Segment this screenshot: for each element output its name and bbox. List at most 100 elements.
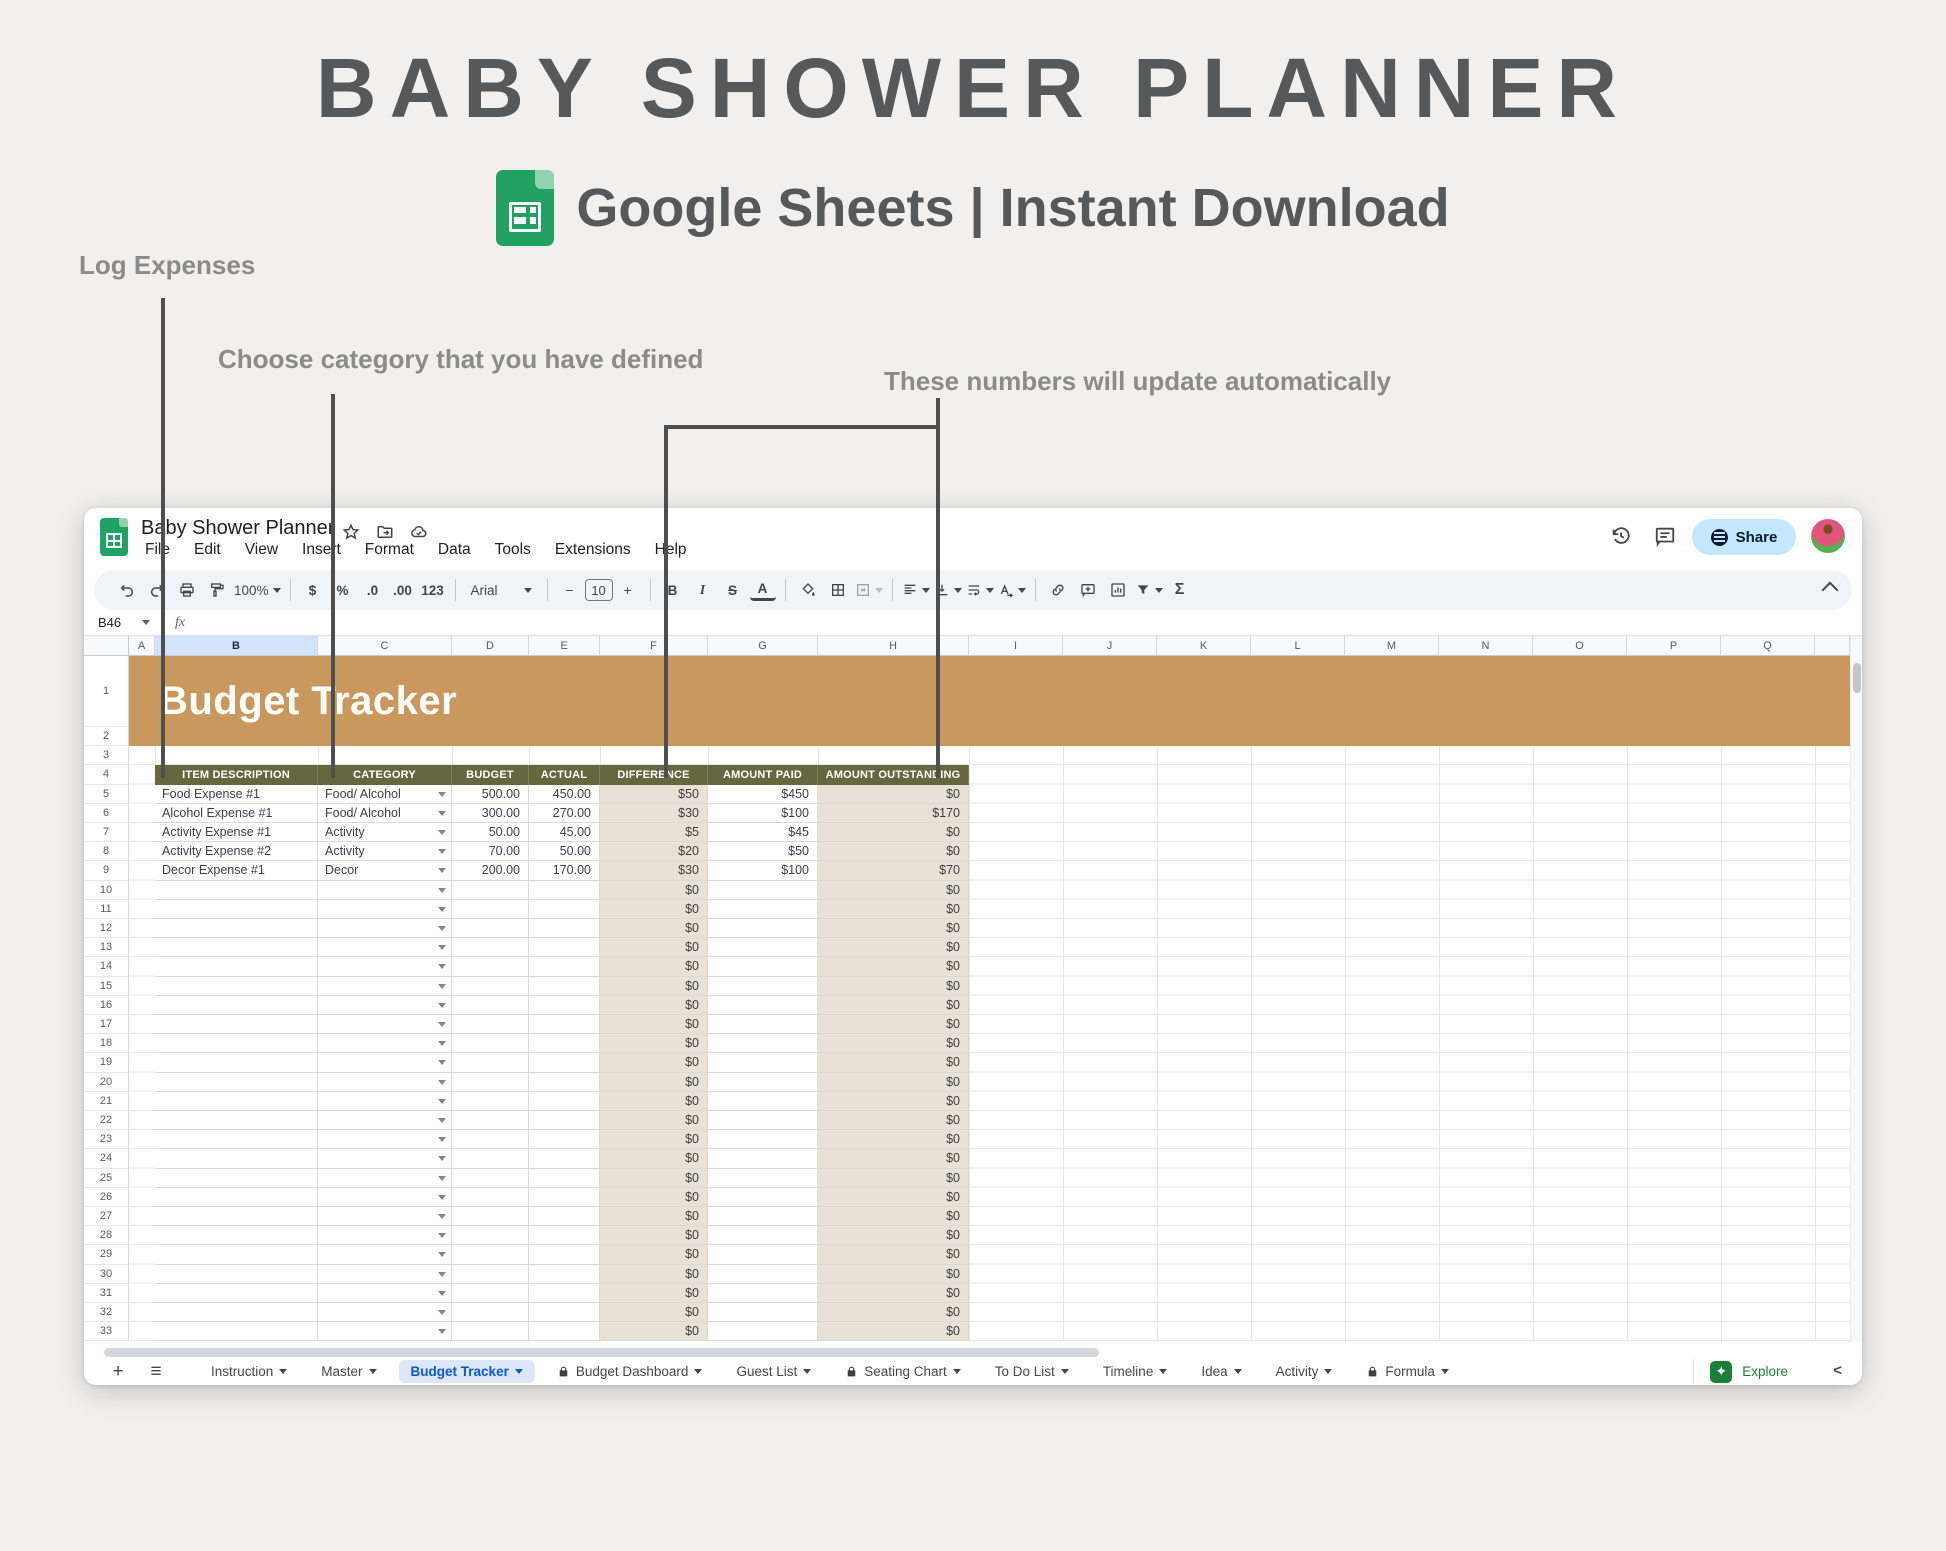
category-dropdown-icon[interactable]: [438, 1041, 446, 1046]
cell-D14[interactable]: [452, 957, 529, 976]
cell-E21[interactable]: [529, 1092, 600, 1111]
decrease-font-size-button[interactable]: −: [557, 576, 583, 604]
explore-button[interactable]: ✦ Explore: [1693, 1358, 1804, 1385]
cell-F20[interactable]: $0: [600, 1073, 708, 1092]
version-history-icon[interactable]: [1606, 521, 1636, 551]
cell-C9[interactable]: Decor: [318, 861, 452, 880]
menu-data[interactable]: Data: [429, 539, 480, 561]
row-header-28[interactable]: 28: [84, 1226, 129, 1245]
cell-B22[interactable]: [155, 1111, 318, 1130]
cell-F25[interactable]: $0: [600, 1169, 708, 1188]
cell-E12[interactable]: [529, 919, 600, 938]
cell-D29[interactable]: [452, 1245, 529, 1264]
column-header-O[interactable]: O: [1533, 636, 1627, 656]
cell-E15[interactable]: [529, 977, 600, 996]
category-dropdown-icon[interactable]: [438, 1060, 446, 1065]
cell-G19[interactable]: [708, 1053, 818, 1072]
cell-C24[interactable]: [318, 1149, 452, 1168]
cell-B8[interactable]: Activity Expense #2: [155, 842, 318, 861]
cell-F9[interactable]: $30: [600, 861, 708, 880]
cell-F31[interactable]: $0: [600, 1284, 708, 1303]
column-header-extra[interactable]: [1815, 636, 1850, 656]
table-header-H[interactable]: AMOUNT OUTSTANDING: [818, 765, 969, 784]
cell-F24[interactable]: $0: [600, 1149, 708, 1168]
cell-D33[interactable]: [452, 1322, 529, 1341]
cell-D15[interactable]: [452, 977, 529, 996]
cell-G5[interactable]: $450: [708, 785, 818, 804]
category-dropdown-icon[interactable]: [438, 1252, 446, 1257]
cell-G16[interactable]: [708, 996, 818, 1015]
cell-E22[interactable]: [529, 1111, 600, 1130]
font-select[interactable]: Arial: [465, 576, 538, 604]
table-header-C[interactable]: CATEGORY: [318, 765, 452, 784]
category-dropdown-icon[interactable]: [438, 830, 446, 835]
filter-icon[interactable]: [1135, 576, 1163, 604]
cell-D16[interactable]: [452, 996, 529, 1015]
cell-C17[interactable]: [318, 1015, 452, 1034]
row-header-6[interactable]: 6: [84, 804, 129, 823]
cell-F33[interactable]: $0: [600, 1322, 708, 1341]
row-header-15[interactable]: 15: [84, 977, 129, 996]
column-header-A[interactable]: A: [129, 636, 155, 656]
cell-B13[interactable]: [155, 938, 318, 957]
category-dropdown-icon[interactable]: [438, 1329, 446, 1334]
zoom-select[interactable]: 100%: [234, 576, 281, 604]
cell-H11[interactable]: $0: [818, 900, 969, 919]
cell-E29[interactable]: [529, 1245, 600, 1264]
cell-H19[interactable]: $0: [818, 1053, 969, 1072]
cell-D12[interactable]: [452, 919, 529, 938]
cell-G31[interactable]: [708, 1284, 818, 1303]
row-header-31[interactable]: 31: [84, 1284, 129, 1303]
cell-E14[interactable]: [529, 957, 600, 976]
column-header-L[interactable]: L: [1251, 636, 1345, 656]
more-formats-button[interactable]: 123: [420, 576, 446, 604]
cell-B14[interactable]: [155, 957, 318, 976]
tab-activity[interactable]: Activity: [1264, 1360, 1345, 1383]
cell-H23[interactable]: $0: [818, 1130, 969, 1149]
tab-menu-caret-icon[interactable]: [1234, 1369, 1242, 1374]
sheets-home-icon[interactable]: [100, 518, 128, 556]
category-dropdown-icon[interactable]: [438, 1214, 446, 1219]
cell-C29[interactable]: [318, 1245, 452, 1264]
cell-D11[interactable]: [452, 900, 529, 919]
cell-C33[interactable]: [318, 1322, 452, 1341]
cell-G22[interactable]: [708, 1111, 818, 1130]
column-header-I[interactable]: I: [969, 636, 1063, 656]
table-header-B[interactable]: ITEM DESCRIPTION: [155, 765, 318, 784]
cell-G13[interactable]: [708, 938, 818, 957]
cell-C19[interactable]: [318, 1053, 452, 1072]
cell-D18[interactable]: [452, 1034, 529, 1053]
category-dropdown-icon[interactable]: [438, 945, 446, 950]
cell-H33[interactable]: $0: [818, 1322, 969, 1341]
tab-menu-caret-icon[interactable]: [694, 1369, 702, 1374]
column-header-C[interactable]: C: [318, 636, 452, 656]
increase-decimals-button[interactable]: .00: [390, 576, 416, 604]
tab-menu-caret-icon[interactable]: [1441, 1369, 1449, 1374]
cell-C27[interactable]: [318, 1207, 452, 1226]
row-header-17[interactable]: 17: [84, 1015, 129, 1034]
row-header-27[interactable]: 27: [84, 1207, 129, 1226]
insert-comment-icon[interactable]: [1075, 576, 1101, 604]
cell-H16[interactable]: $0: [818, 996, 969, 1015]
cell-E33[interactable]: [529, 1322, 600, 1341]
text-color-button[interactable]: A: [750, 579, 776, 601]
cell-F10[interactable]: $0: [600, 881, 708, 900]
category-dropdown-icon[interactable]: [438, 1233, 446, 1238]
category-dropdown-icon[interactable]: [438, 1291, 446, 1296]
row-header-22[interactable]: 22: [84, 1111, 129, 1130]
borders-icon[interactable]: [825, 576, 851, 604]
cell-F19[interactable]: $0: [600, 1053, 708, 1072]
cell-E8[interactable]: 50.00: [529, 842, 600, 861]
column-header-G[interactable]: G: [708, 636, 818, 656]
tab-menu-caret-icon[interactable]: [953, 1369, 961, 1374]
vertical-scrollbar[interactable]: [1850, 636, 1862, 1342]
cell-H28[interactable]: $0: [818, 1226, 969, 1245]
fill-color-icon[interactable]: [795, 576, 821, 604]
cell-D21[interactable]: [452, 1092, 529, 1111]
category-dropdown-icon[interactable]: [438, 984, 446, 989]
cell-E25[interactable]: [529, 1169, 600, 1188]
row-header-11[interactable]: 11: [84, 900, 129, 919]
cell-G7[interactable]: $45: [708, 823, 818, 842]
tab-instruction[interactable]: Instruction: [199, 1360, 299, 1383]
cell-H25[interactable]: $0: [818, 1169, 969, 1188]
